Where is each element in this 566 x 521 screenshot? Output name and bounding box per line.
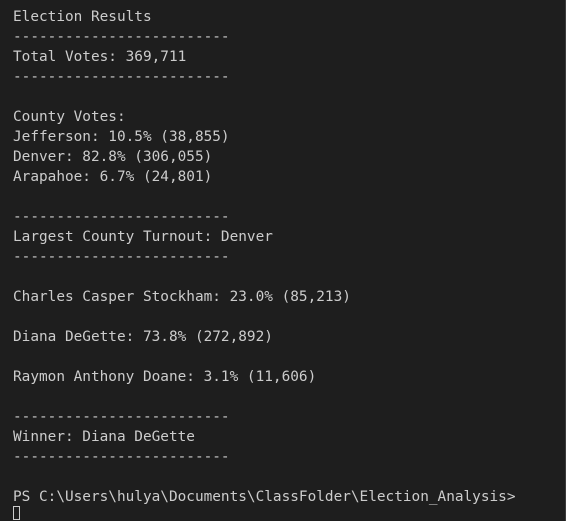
output-county-arapahoe: Arapahoe: 6.7% (24,801) bbox=[13, 169, 213, 185]
shell-prompt[interactable]: PS C:\Users\hulya\Documents\ClassFolder\… bbox=[13, 487, 516, 507]
output-separator: ------------------------- bbox=[13, 249, 230, 265]
output-largest-county: Largest County Turnout: Denver bbox=[13, 229, 273, 245]
output-county-jefferson: Jefferson: 10.5% (38,855) bbox=[13, 129, 230, 145]
output-candidate-doane: Raymon Anthony Doane: 3.1% (11,606) bbox=[13, 369, 317, 385]
output-title: Election Results bbox=[13, 9, 152, 25]
output-county-denver: Denver: 82.8% (306,055) bbox=[13, 149, 213, 165]
output-separator: ------------------------- bbox=[13, 29, 230, 45]
output-candidate-stockham: Charles Casper Stockham: 23.0% (85,213) bbox=[13, 289, 351, 305]
output-total-votes: Total Votes: 369,711 bbox=[13, 49, 187, 65]
text-cursor bbox=[13, 506, 20, 520]
terminal-panel[interactable]: Election Results -----------------------… bbox=[0, 0, 566, 521]
output-county-header: County Votes: bbox=[13, 109, 126, 125]
output-separator: ------------------------- bbox=[13, 449, 230, 465]
output-separator: ------------------------- bbox=[13, 209, 230, 225]
output-separator: ------------------------- bbox=[13, 69, 230, 85]
output-winner: Winner: Diana DeGette bbox=[13, 429, 195, 445]
output-separator: ------------------------- bbox=[13, 409, 230, 425]
output-candidate-degette: Diana DeGette: 73.8% (272,892) bbox=[13, 329, 273, 345]
